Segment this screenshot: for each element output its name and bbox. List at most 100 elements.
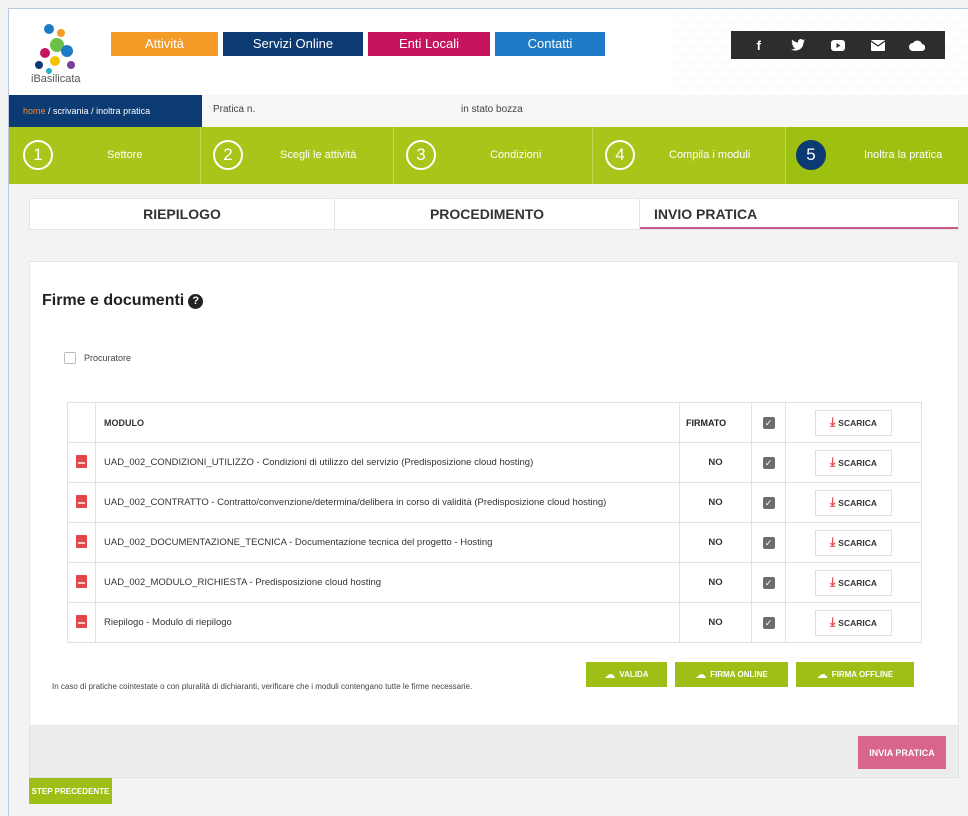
download-button[interactable]: ⤓ SCARICA [815, 569, 892, 596]
select-all-checkbox[interactable]: ✓ [762, 416, 775, 429]
step-label: Compila i moduli [669, 149, 751, 161]
tab-procedimento[interactable]: PROCEDIMENTO [335, 199, 640, 229]
panel-title: Firme e documenti ? [42, 292, 204, 310]
download-all-button[interactable]: ⤓ SCARICA [815, 409, 892, 436]
download-button[interactable]: ⤓ SCARICA [815, 609, 892, 636]
firmato-status: NO [679, 602, 752, 643]
row-checkbox[interactable]: ✓ [762, 576, 775, 589]
pdf-cell [67, 602, 96, 643]
nav-servizi-online[interactable]: Servizi Online [223, 32, 363, 56]
valida-button[interactable]: ☁ VALIDA [586, 662, 667, 687]
nav-contatti[interactable]: Contatti [495, 32, 605, 56]
select-cell: ✓ [751, 522, 786, 563]
cointestate-note: In caso di pratiche cointestate o con pl… [52, 682, 473, 691]
table-row: UAD_002_DOCUMENTAZIONE_TECNICA - Documen… [67, 522, 922, 563]
select-cell: ✓ [751, 442, 786, 483]
step-compila-moduli[interactable]: 4 Compila i moduli [593, 127, 786, 184]
row-checkbox[interactable]: ✓ [762, 496, 775, 509]
pratica-number-label: Pratica n. [213, 104, 256, 115]
table-row: Riepilogo - Modulo di riepilogo NO ✓ ⤓ SC… [67, 602, 922, 643]
tab-riepilogo[interactable]: RIEPILOGO [30, 199, 335, 229]
signature-actions: ☁ VALIDA ☁ FIRMA ONLINE ☁ FIRMA OFFLINE [586, 662, 922, 687]
modulo-name: UAD_002_MODULO_RICHIESTA - Predisposizio… [95, 562, 680, 603]
download-button[interactable]: ⤓ SCARICA [815, 489, 892, 516]
download-cell: ⤓ SCARICA [785, 602, 922, 643]
download-icon: ⤓ [829, 495, 836, 509]
download-button[interactable]: ⤓ SCARICA [815, 529, 892, 556]
breadcrumb-home[interactable]: home [23, 106, 46, 116]
facebook-icon[interactable]: f [749, 38, 769, 53]
firma-online-button[interactable]: ☁ FIRMA ONLINE [675, 662, 788, 687]
breadcrumb-current: inoltra pratica [96, 106, 151, 116]
select-cell: ✓ [751, 602, 786, 643]
cloud-upload-icon: ☁ [816, 669, 828, 681]
pdf-icon [76, 534, 87, 548]
download-button[interactable]: ⤓ SCARICA [815, 449, 892, 476]
mail-icon[interactable] [868, 39, 888, 51]
step-label: Scegli le attività [280, 149, 357, 161]
firma-offline-label: FIRMA OFFLINE [831, 670, 894, 679]
select-cell: ✓ [751, 482, 786, 523]
pdf-cell [67, 442, 96, 483]
content-tabs: RIEPILOGO PROCEDIMENTO INVIO PRATICA [29, 198, 959, 230]
pdf-cell [67, 522, 96, 563]
pdf-icon [76, 454, 87, 468]
step-label: Settore [107, 149, 143, 161]
modulo-name: UAD_002_CONTRATTO - Contratto/convenzion… [95, 482, 680, 523]
pdf-icon [76, 494, 87, 508]
step-condizioni[interactable]: 3 Condizioni [394, 127, 593, 184]
social-bar: f [731, 31, 945, 59]
pdf-icon [76, 614, 87, 628]
download-label: SCARICA [838, 537, 878, 548]
twitter-icon[interactable] [788, 39, 808, 51]
logo-text: iBasilicata [31, 73, 81, 85]
youtube-icon[interactable] [828, 39, 848, 51]
help-icon[interactable]: ? [188, 293, 204, 309]
download-label: SCARICA [838, 417, 878, 428]
breadcrumb: home / scrivania / inoltra pratica [9, 95, 202, 127]
step-number: 5 [796, 140, 826, 170]
cloud-icon[interactable] [907, 40, 927, 51]
firma-offline-button[interactable]: ☁ FIRMA OFFLINE [796, 662, 914, 687]
pratica-status-label: in stato bozza [461, 104, 523, 115]
firme-documenti-panel: Firme e documenti ? Procuratore MODULO F… [29, 261, 959, 726]
breadcrumb-scrivania[interactable]: scrivania [53, 106, 89, 116]
modulo-name: UAD_002_CONDIZIONI_UTILIZZO - Condizioni… [95, 442, 680, 483]
table-row: UAD_002_CONTRATTO - Contratto/convenzion… [67, 482, 922, 523]
download-label: SCARICA [838, 577, 878, 588]
download-label: SCARICA [838, 617, 878, 628]
header-icon-cell [67, 402, 96, 443]
step-precedente-button[interactable]: STEP PRECEDENTE [29, 778, 112, 804]
procuratore-checkbox[interactable] [64, 352, 76, 364]
step-label: Inoltra la pratica [864, 149, 943, 161]
row-checkbox[interactable]: ✓ [762, 616, 775, 629]
step-number: 1 [23, 140, 53, 170]
row-checkbox[interactable]: ✓ [762, 456, 775, 469]
header-modulo: MODULO [95, 402, 680, 443]
nav-attivita[interactable]: Attività [111, 32, 218, 56]
step-scegli-attivita[interactable]: 2 Scegli le attività [201, 127, 394, 184]
invia-pratica-button[interactable]: INVIA PRATICA [858, 736, 946, 769]
documents-table: MODULO FIRMATO ✓ ⤓ SCARICA UAD_002_CONDIZ… [67, 402, 922, 643]
procuratore-label: Procuratore [84, 353, 132, 363]
download-cell: ⤓ SCARICA [785, 522, 922, 563]
download-label: SCARICA [838, 497, 878, 508]
download-label: SCARICA [838, 457, 878, 468]
row-checkbox[interactable]: ✓ [762, 536, 775, 549]
valida-label: VALIDA [619, 670, 649, 679]
cloud-upload-icon: ☁ [604, 669, 616, 681]
table-row: UAD_002_MODULO_RICHIESTA - Predisposizio… [67, 562, 922, 603]
download-icon: ⤓ [829, 575, 836, 589]
firmato-status: NO [679, 482, 752, 523]
download-icon: ⤓ [829, 415, 836, 429]
panel-footer: INVIA PRATICA [29, 726, 959, 778]
tab-invio-pratica[interactable]: INVIO PRATICA [640, 199, 958, 229]
step-settore[interactable]: 1 Settore [9, 127, 201, 184]
firmato-status: NO [679, 442, 752, 483]
cloud-upload-icon: ☁ [695, 669, 707, 681]
pdf-icon [76, 574, 87, 588]
procuratore-checkbox-row[interactable]: Procuratore [64, 352, 131, 364]
nav-enti-locali[interactable]: Enti Locali [368, 32, 490, 56]
modulo-name: Riepilogo - Modulo di riepilogo [95, 602, 680, 643]
step-inoltra-pratica[interactable]: 5 Inoltra la pratica [786, 127, 968, 184]
